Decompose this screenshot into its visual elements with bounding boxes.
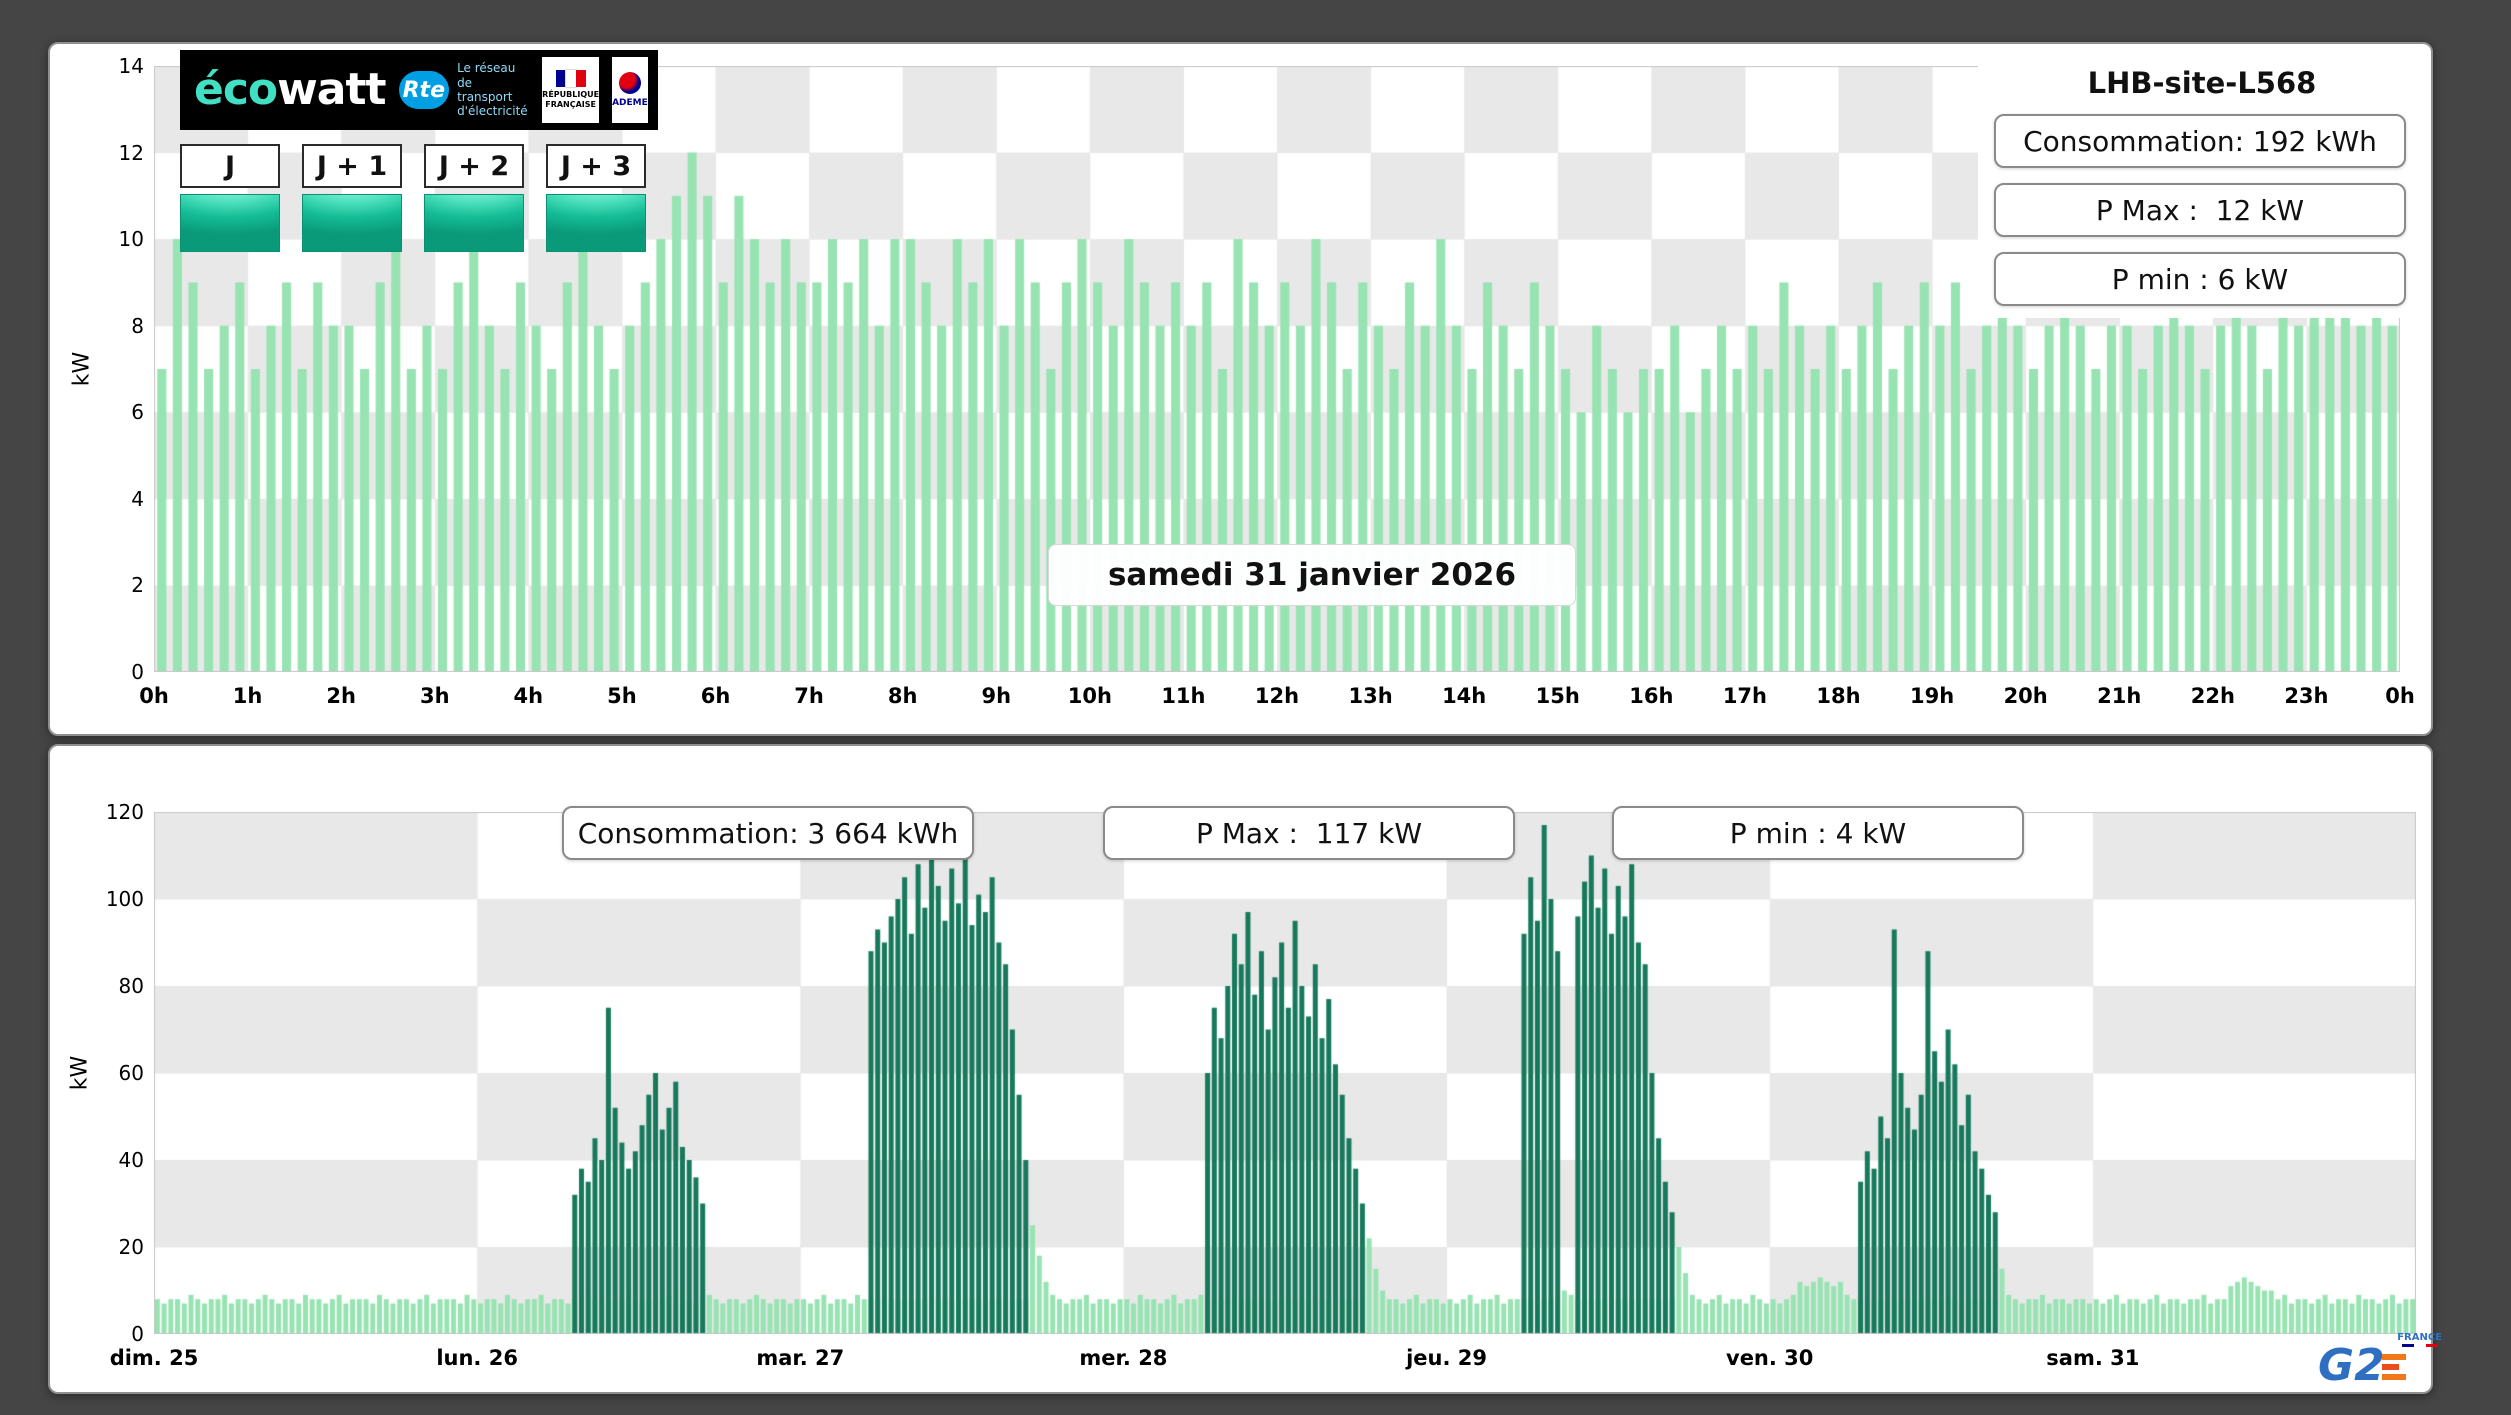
- ecowatt-eco-text: éco: [194, 64, 277, 115]
- x-tick-label: 10h: [1068, 684, 1112, 708]
- y-tick-label: 40: [64, 1148, 144, 1172]
- y-tick-label: 60: [64, 1061, 144, 1085]
- french-flag-icon: [556, 70, 586, 87]
- x-tick-label: 8h: [888, 684, 918, 708]
- forecast-day-thumbnail-0[interactable]: [180, 194, 280, 252]
- top-y-axis-title: kW: [70, 352, 95, 387]
- x-tick-label: 21h: [2097, 684, 2141, 708]
- y-tick-label: 80: [64, 974, 144, 998]
- y-tick-label: 120: [64, 800, 144, 824]
- top-stat-pill-0: Consommation: 192 kWh: [1994, 114, 2406, 168]
- ademe-logo: ADEME: [612, 57, 648, 123]
- y-tick-label: 4: [64, 487, 144, 511]
- x-tick-label: 0h: [139, 684, 169, 708]
- x-tick-label: 11h: [1161, 684, 1205, 708]
- x-tick-label: jeu. 29: [1406, 1346, 1487, 1370]
- y-tick-label: 6: [64, 400, 144, 424]
- g2elab-flag-bar-icon: [2402, 1344, 2438, 1347]
- bottom-stat-pill-1: P Max : 117 kW: [1103, 806, 1515, 860]
- x-tick-label: 16h: [1629, 684, 1673, 708]
- x-tick-label: 5h: [607, 684, 637, 708]
- ecowatt-watt-text: watt: [277, 64, 385, 115]
- x-tick-label: 7h: [794, 684, 824, 708]
- rte-tagline-line: de transport: [457, 76, 529, 105]
- forecast-day-thumbnail-1[interactable]: [302, 194, 402, 252]
- x-tick-label: 12h: [1255, 684, 1299, 708]
- x-tick-label: 0h: [2385, 684, 2415, 708]
- ecowatt-wordmark: écowatt: [194, 68, 386, 112]
- g2elab-e-icon: [2382, 1354, 2406, 1380]
- x-tick-label: ven. 30: [1726, 1346, 1813, 1370]
- x-tick-label: 19h: [1910, 684, 1954, 708]
- x-tick-label: 17h: [1723, 684, 1767, 708]
- forecast-day-button-3[interactable]: J + 3: [546, 144, 646, 188]
- forecast-day-thumbnail-3[interactable]: [546, 194, 646, 252]
- x-tick-label: 6h: [701, 684, 731, 708]
- rte-badge-icon: Rte: [399, 71, 450, 109]
- forecast-day-button-1[interactable]: J + 1: [302, 144, 402, 188]
- x-tick-label: 23h: [2284, 684, 2328, 708]
- forecast-day-button-2[interactable]: J + 2: [424, 144, 524, 188]
- x-tick-label: 3h: [420, 684, 450, 708]
- y-tick-label: 12: [64, 141, 144, 165]
- x-tick-label: 13h: [1348, 684, 1392, 708]
- y-tick-label: 10: [64, 227, 144, 251]
- republique-line: RÉPUBLIQUE: [542, 90, 599, 100]
- x-tick-label: 1h: [233, 684, 263, 708]
- daily-chart-panel: kW 14 12 10 8 6 4 2 0 0h 1h 2h 3h 4h 5h 6h 7h 8h 9h 10h 11…: [48, 42, 2433, 736]
- weekly-chart-panel: kW 120100806040200 dim. 25lun. 26mar. 27…: [48, 744, 2433, 1394]
- republique-francaise-text: RÉPUBLIQUE FRANÇAISE: [542, 90, 599, 109]
- y-tick-label: 0: [64, 1322, 144, 1346]
- forecast-day-thumbnail-2[interactable]: [424, 194, 524, 252]
- x-tick-label: 2h: [326, 684, 356, 708]
- x-tick-label: 9h: [981, 684, 1011, 708]
- y-tick-label: 8: [64, 314, 144, 338]
- x-tick-label: dim. 25: [110, 1346, 199, 1370]
- x-tick-label: 4h: [514, 684, 544, 708]
- x-tick-label: 22h: [2191, 684, 2235, 708]
- rte-tagline: Le réseau de transport d'électricité: [457, 61, 529, 119]
- g2elab-country-text: FRANCE: [2397, 1332, 2442, 1343]
- g2elab-france-tag: FRANCE: [2397, 1332, 2442, 1347]
- y-tick-label: 2: [64, 573, 144, 597]
- bottom-stat-pill-0: Consommation: 3 664 kWh: [562, 806, 974, 860]
- top-stat-pill-2: P min : 6 kW: [1994, 252, 2406, 306]
- y-tick-label: 100: [64, 887, 144, 911]
- x-tick-label: sam. 31: [2046, 1346, 2139, 1370]
- x-tick-label: mar. 27: [756, 1346, 844, 1370]
- forecast-day-button-0[interactable]: J: [180, 144, 280, 188]
- francaise-line: FRANÇAISE: [542, 100, 599, 110]
- weekly-consumption-chart: [154, 812, 2416, 1334]
- site-title: LHB-site-L568: [2004, 66, 2400, 100]
- g2elab-logo: G2 FRANCE: [2318, 1332, 2442, 1388]
- x-tick-label: mer. 28: [1079, 1346, 1167, 1370]
- ademe-icon: [619, 72, 641, 94]
- x-tick-label: 15h: [1536, 684, 1580, 708]
- x-tick-label: lun. 26: [436, 1346, 518, 1370]
- republique-francaise-logo: RÉPUBLIQUE FRANÇAISE: [542, 57, 599, 123]
- rte-tagline-line: Le réseau: [457, 61, 529, 75]
- rte-logo: Rte Le réseau de transport d'électricité: [399, 61, 530, 119]
- g2elab-wordmark: G2: [2318, 1346, 2385, 1386]
- ademe-text: ADEME: [612, 98, 648, 108]
- ecowatt-logo: écowatt Rte Le réseau de transport d'éle…: [180, 50, 658, 130]
- x-tick-label: 18h: [1816, 684, 1860, 708]
- y-tick-label: 14: [64, 54, 144, 78]
- x-tick-label: 20h: [2004, 684, 2048, 708]
- top-stat-pill-1: P Max : 12 kW: [1994, 183, 2406, 237]
- date-label: samedi 31 janvier 2026: [1048, 544, 1576, 606]
- page-background: kW 14121086420 0h1h2h3h4h5h6h7h8h9h10h11…: [0, 0, 2511, 1415]
- x-tick-label: 14h: [1442, 684, 1486, 708]
- y-tick-label: 0: [64, 660, 144, 684]
- bottom-stat-pill-2: P min : 4 kW: [1612, 806, 2024, 860]
- y-tick-label: 20: [64, 1235, 144, 1259]
- rte-tagline-line: d'électricité: [457, 104, 529, 118]
